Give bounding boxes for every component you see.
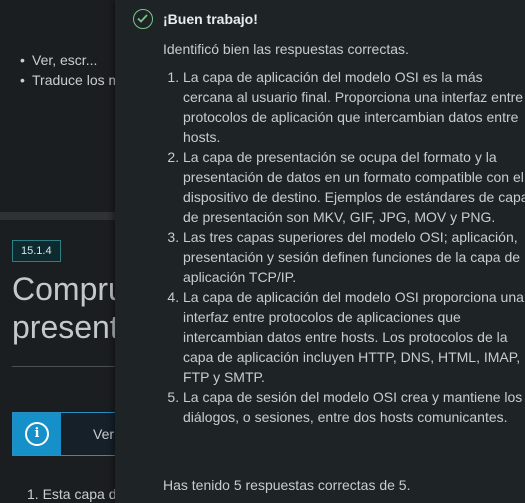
info-icon-cell: i [13, 413, 61, 455]
answer-item: Las tres capas superiores del modelo OSI… [183, 227, 525, 287]
bullet-item: • Traduce los m [20, 72, 121, 88]
score-summary: Has tenido 5 respuestas correctas de 5. [163, 477, 411, 493]
feedback-panel: ¡Buen trabajo! Identificó bien las respu… [115, 0, 525, 503]
answer-item: La capa de aplicación del modelo OSI es … [183, 67, 525, 147]
question-list-item: 1. Esta capa d [27, 486, 117, 502]
answers-list: La capa de aplicación del modelo OSI es … [163, 67, 525, 427]
section-divider [0, 212, 130, 220]
answer-item: La capa de presentación se ocupa del for… [183, 147, 525, 227]
section-number-badge: 15.1.4 [12, 240, 61, 262]
title-underline [12, 366, 122, 367]
answer-item: La capa de sesión del modelo OSI crea y … [183, 387, 525, 427]
bullet-item: • Ver, escr... [20, 52, 98, 68]
check-circle-icon [133, 9, 153, 29]
info-circle-icon: i [25, 422, 49, 446]
section-title: Compru present [12, 271, 126, 345]
feedback-heading: ¡Buen trabajo! [163, 11, 258, 27]
feedback-intro: Identificó bien las respuestas correctas… [163, 41, 409, 57]
answer-item: La capa de aplicación del modelo OSI pro… [183, 287, 525, 387]
instructions-label: Ver [93, 426, 115, 442]
